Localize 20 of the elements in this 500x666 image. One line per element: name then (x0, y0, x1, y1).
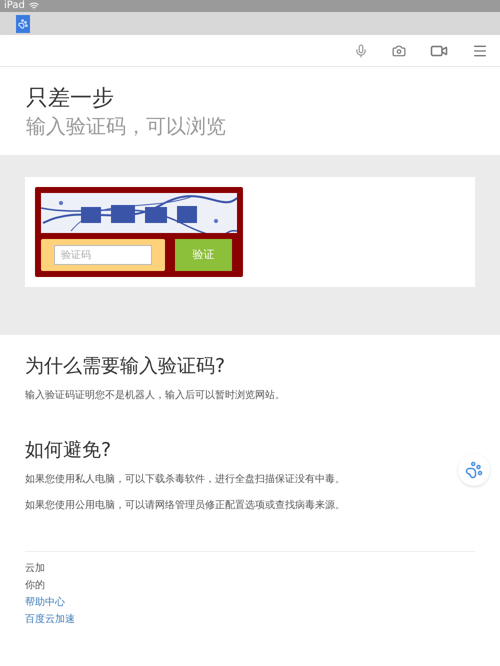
page-subtitle: 输入验证码，可以浏览 (26, 113, 227, 139)
device-name: iPad (4, 1, 25, 11)
footer-text: 你的 (25, 579, 46, 592)
input-field[interactable]: 验证码 (41, 239, 165, 271)
wifi-icon (28, 1, 39, 11)
microphone-icon[interactable] (354, 44, 368, 58)
paragraph: 如果您使用公用电脑，可以请网络管理员修正配置选项或查找病毒来源。 (25, 499, 346, 513)
camera-icon[interactable] (392, 44, 406, 58)
paw-icon[interactable] (16, 14, 30, 32)
footer-link[interactable]: 帮助中心 (25, 596, 65, 609)
paragraph: 如果您使用私人电脑，可以下载杀毒软件，进行全盘扫描保证没有中毒。 (25, 473, 346, 487)
section-heading: 如何避免? (25, 438, 112, 463)
menu-icon[interactable] (472, 42, 488, 58)
footer-link[interactable]: 百度云加速 (25, 613, 75, 626)
paragraph: 输入验证码证明您不是机器人，输入后可以暂时浏览网站。 (25, 389, 286, 403)
paw-icon (465, 461, 483, 479)
paw-button[interactable] (458, 454, 490, 486)
page-title: 只差一步 (26, 85, 115, 113)
footer-text: 云加 (25, 562, 46, 575)
section-heading: 为什么需要输入验证码? (25, 354, 226, 379)
